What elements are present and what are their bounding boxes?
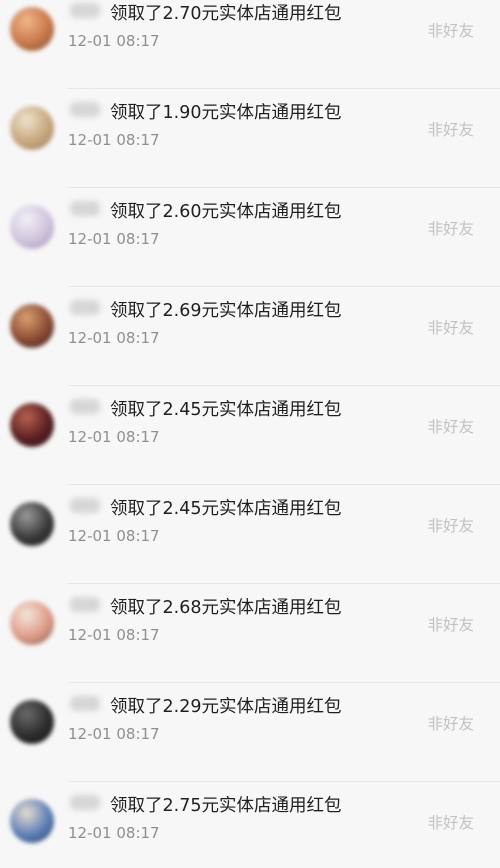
claim-message: 领取了1.90元实体店通用红包 (110, 103, 342, 123)
avatar[interactable] (10, 7, 54, 51)
friend-status-label: 非好友 (427, 517, 474, 535)
claim-message: 领取了2.75元实体店通用红包 (110, 796, 342, 816)
claim-message: 领取了2.68元实体店通用红包 (110, 598, 342, 618)
claim-time: 12-01 08:17 (68, 725, 160, 743)
blurred-nickname (70, 300, 100, 315)
blurred-nickname (70, 102, 100, 117)
record-row[interactable]: 领取了2.69元实体店通用红包 12-01 08:17 非好友 (0, 287, 500, 386)
claim-time: 12-01 08:17 (68, 131, 160, 149)
claim-time: 12-01 08:17 (68, 626, 160, 644)
claim-time: 12-01 08:17 (68, 428, 160, 446)
avatar[interactable] (10, 601, 54, 645)
blurred-nickname (70, 201, 100, 216)
record-row[interactable]: 领取了2.68元实体店通用红包 12-01 08:17 非好友 (0, 584, 500, 683)
blurred-nickname (70, 498, 100, 513)
claim-message: 领取了2.70元实体店通用红包 (110, 4, 342, 24)
friend-status-label: 非好友 (427, 616, 474, 634)
avatar[interactable] (10, 700, 54, 744)
blurred-nickname (70, 597, 100, 612)
claim-time: 12-01 08:17 (68, 527, 160, 545)
claim-time: 12-01 08:17 (68, 32, 160, 50)
avatar[interactable] (10, 106, 54, 150)
blurred-nickname (70, 795, 100, 810)
avatar[interactable] (10, 403, 54, 447)
avatar[interactable] (10, 304, 54, 348)
record-row[interactable]: 领取了2.29元实体店通用红包 12-01 08:17 非好友 (0, 683, 500, 782)
claim-message: 领取了2.45元实体店通用红包 (110, 499, 342, 519)
friend-status-label: 非好友 (427, 418, 474, 436)
record-row[interactable]: 领取了2.45元实体店通用红包 12-01 08:17 非好友 (0, 386, 500, 485)
friend-status-label: 非好友 (427, 22, 474, 40)
avatar[interactable] (10, 502, 54, 546)
claim-message: 领取了2.60元实体店通用红包 (110, 202, 342, 222)
record-row[interactable]: 领取了2.75元实体店通用红包 12-01 08:17 非好友 (0, 782, 500, 868)
blurred-nickname (70, 399, 100, 414)
record-row[interactable]: 领取了1.90元实体店通用红包 12-01 08:17 非好友 (0, 89, 500, 188)
friend-status-label: 非好友 (427, 814, 474, 832)
claim-message: 领取了2.45元实体店通用红包 (110, 400, 342, 420)
record-row[interactable]: 领取了2.70元实体店通用红包 12-01 08:17 非好友 (0, 0, 500, 89)
claim-time: 12-01 08:17 (68, 329, 160, 347)
friend-status-label: 非好友 (427, 220, 474, 238)
blurred-nickname (70, 696, 100, 711)
blurred-nickname (70, 3, 100, 18)
record-row[interactable]: 领取了2.60元实体店通用红包 12-01 08:17 非好友 (0, 188, 500, 287)
friend-status-label: 非好友 (427, 121, 474, 139)
claim-message: 领取了2.69元实体店通用红包 (110, 301, 342, 321)
avatar[interactable] (10, 205, 54, 249)
avatar[interactable] (10, 799, 54, 843)
friend-status-label: 非好友 (427, 319, 474, 337)
friend-status-label: 非好友 (427, 715, 474, 733)
claim-message: 领取了2.29元实体店通用红包 (110, 697, 342, 717)
record-row[interactable]: 领取了2.45元实体店通用红包 12-01 08:17 非好友 (0, 485, 500, 584)
claim-records-list: 领取了2.70元实体店通用红包 12-01 08:17 非好友 领取了1.90元实体店… (0, 0, 500, 868)
claim-time: 12-01 08:17 (68, 824, 160, 842)
claim-time: 12-01 08:17 (68, 230, 160, 248)
